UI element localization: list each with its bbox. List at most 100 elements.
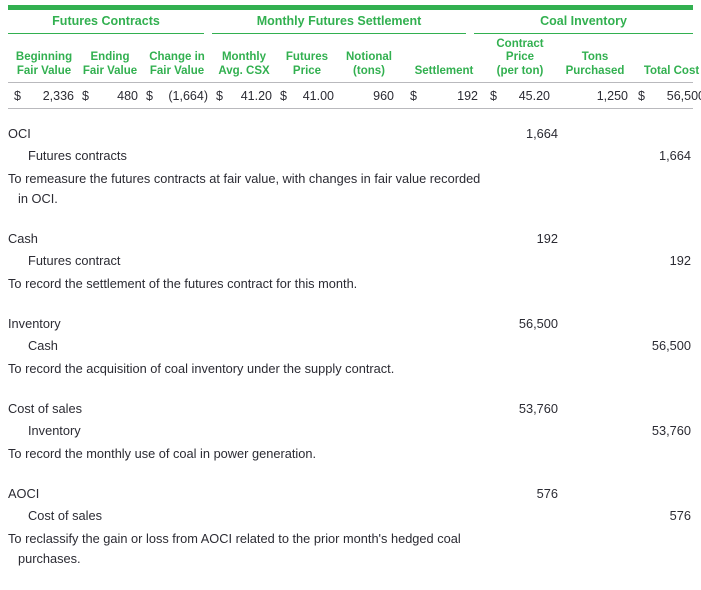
column-header-line: Fair Value	[146, 65, 208, 79]
credit-amount: 192	[571, 250, 693, 272]
column-header-line: Settlement	[410, 65, 478, 79]
column-header-line: Monthly	[216, 51, 272, 65]
cell-futures-price: $ 41.00	[276, 89, 338, 103]
value-total-cost: 56,500	[645, 89, 701, 103]
column-header-line: Avg. CSX	[216, 65, 272, 79]
column-header-monthly-avg-csx: Monthly Avg. CSX	[212, 51, 276, 82]
debit-amount: 56,500	[438, 313, 571, 335]
column-header-line: Ending	[82, 51, 138, 65]
table-group-header-row: Futures Contracts Monthly Futures Settle…	[8, 14, 693, 34]
journal-entry-credit-line: Futures contracts 1,664	[8, 145, 693, 167]
debit-account-name: Cash	[8, 228, 438, 250]
top-accent-rule	[8, 5, 693, 10]
value-tons-purchased: 1,250	[597, 89, 628, 103]
journal-entry-debit-line: Inventory 56,500	[8, 313, 693, 335]
cell-notional-tons: 960	[338, 89, 400, 103]
journal-entry-credit-line: Cash 56,500	[8, 335, 693, 357]
credit-account-name: Inventory	[8, 420, 438, 442]
column-header-line: (per ton)	[490, 65, 550, 79]
value-settlement: 192	[417, 89, 478, 103]
column-header-line: Price	[280, 65, 334, 79]
column-header-total-cost: Total Cost	[634, 65, 701, 83]
group-header-gap	[466, 14, 474, 34]
group-header-coal-inventory: Coal Inventory	[474, 14, 693, 34]
cell-contract-price-per-ton: $ 45.20	[484, 89, 556, 103]
currency-symbol: $	[280, 89, 287, 103]
column-header-line: Beginning	[14, 51, 74, 65]
group-header-monthly-futures-settlement: Monthly Futures Settlement	[212, 14, 466, 34]
journal-entry-description: To record the monthly use of coal in pow…	[8, 444, 488, 464]
journal-entry: Inventory 56,500 Cash 56,500 To record t…	[8, 313, 693, 379]
value-beginning-fair-value: 2,336	[21, 89, 74, 103]
journal-entry: Cost of sales 53,760 Inventory 53,760 To…	[8, 398, 693, 464]
debit-amount: 192	[438, 228, 571, 250]
journal-entry-credit-line: Futures contract 192	[8, 250, 693, 272]
debit-account-name: AOCI	[8, 483, 438, 505]
column-header-line: Fair Value	[82, 65, 138, 79]
value-monthly-avg-csx: 41.20	[223, 89, 272, 103]
column-header-line: Total Cost	[638, 65, 701, 79]
value-change-in-fair-value: (1,664)	[153, 89, 208, 103]
currency-symbol: $	[410, 89, 417, 103]
column-header-line: Notional	[338, 51, 400, 65]
cell-change-in-fair-value: $ (1,664)	[142, 89, 212, 103]
credit-amount: 53,760	[571, 420, 693, 442]
debit-amount: 53,760	[438, 398, 571, 420]
journal-entry-debit-line: OCI 1,664	[8, 123, 693, 145]
credit-account-name: Cash	[8, 335, 438, 357]
cell-settlement: $ 192	[400, 89, 484, 103]
credit-amount: 576	[571, 505, 693, 527]
journal-entry: OCI 1,664 Futures contracts 1,664 To rem…	[8, 123, 693, 209]
journal-entry-debit-line: Cash 192	[8, 228, 693, 250]
journal-entry-description: To record the acquisition of coal invent…	[8, 359, 488, 379]
journal-entry-debit-line: AOCI 576	[8, 483, 693, 505]
cell-monthly-avg-csx: $ 41.20	[212, 89, 276, 103]
column-header-line: (tons)	[338, 65, 400, 79]
debit-account-name: OCI	[8, 123, 438, 145]
column-header-line: Price	[490, 51, 550, 65]
column-header-tons-purchased: Tons Purchased	[556, 51, 634, 82]
journal-entry-credit-line: Inventory 53,760	[8, 420, 693, 442]
journal-entries-list: OCI 1,664 Futures contracts 1,664 To rem…	[8, 123, 693, 569]
column-header-futures-price: Futures Price	[276, 51, 338, 82]
value-contract-price-per-ton: 45.20	[497, 89, 550, 103]
table-row: $ 2,336 $ 480 $ (1,664) $ 41.20 $ 41.00 …	[8, 83, 693, 109]
journal-entry-description: To record the settlement of the futures …	[8, 274, 488, 294]
journal-entry: AOCI 576 Cost of sales 576 To reclassify…	[8, 483, 693, 569]
currency-symbol: $	[146, 89, 153, 103]
value-ending-fair-value: 480	[89, 89, 138, 103]
value-notional-tons: 960	[373, 89, 394, 103]
cell-tons-purchased: 1,250	[556, 89, 634, 103]
column-header-contract-price-per-ton: Contract Price (per ton)	[484, 38, 556, 83]
currency-symbol: $	[638, 89, 645, 103]
debit-amount: 1,664	[438, 123, 571, 145]
currency-symbol: $	[216, 89, 223, 103]
value-futures-price: 41.00	[287, 89, 334, 103]
table-column-header-row: Beginning Fair Value Ending Fair Value C…	[8, 34, 693, 83]
group-header-futures-contracts: Futures Contracts	[8, 14, 204, 34]
column-header-ending-fair-value: Ending Fair Value	[78, 51, 142, 82]
journal-entry: Cash 192 Futures contract 192 To record …	[8, 228, 693, 294]
journal-entry-credit-line: Cost of sales 576	[8, 505, 693, 527]
column-header-notional-tons: Notional (tons)	[338, 51, 400, 82]
column-header-line: Contract	[490, 38, 550, 52]
accounting-illustration: Futures Contracts Monthly Futures Settle…	[0, 5, 701, 590]
currency-symbol: $	[82, 89, 89, 103]
journal-entry-description: To reclassify the gain or loss from AOCI…	[8, 529, 488, 569]
journal-entry-description: To remeasure the futures contracts at fa…	[8, 169, 488, 209]
group-header-gap	[204, 14, 212, 34]
credit-account-name: Cost of sales	[8, 505, 438, 527]
debit-account-name: Cost of sales	[8, 398, 438, 420]
column-header-line: Futures	[280, 51, 334, 65]
cell-ending-fair-value: $ 480	[78, 89, 142, 103]
debit-amount: 576	[438, 483, 571, 505]
cell-total-cost: $ 56,500	[634, 89, 701, 103]
column-header-line: Tons	[556, 51, 634, 65]
cell-beginning-fair-value: $ 2,336	[8, 89, 78, 103]
column-header-line: Change in	[146, 51, 208, 65]
currency-symbol: $	[14, 89, 21, 103]
debit-account-name: Inventory	[8, 313, 438, 335]
column-header-line: Fair Value	[14, 65, 74, 79]
column-header-line: Purchased	[556, 65, 634, 79]
credit-account-name: Futures contract	[8, 250, 438, 272]
